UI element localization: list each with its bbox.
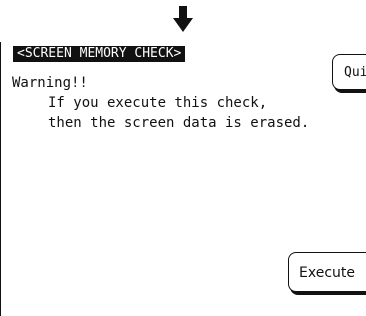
warning-message-line-1: If you execute this check, bbox=[48, 95, 268, 111]
execute-button[interactable]: Execute bbox=[288, 252, 366, 292]
down-arrow-icon bbox=[173, 6, 193, 32]
screen-memory-check-panel: <SCREEN MEMORY CHECK> Quit Warning!! If … bbox=[0, 42, 366, 316]
screen-title: <SCREEN MEMORY CHECK> bbox=[13, 46, 186, 62]
warning-label: Warning!! bbox=[12, 75, 88, 91]
quit-button[interactable]: Quit bbox=[332, 54, 366, 90]
warning-message-line-2: then the screen data is erased. bbox=[48, 115, 310, 131]
